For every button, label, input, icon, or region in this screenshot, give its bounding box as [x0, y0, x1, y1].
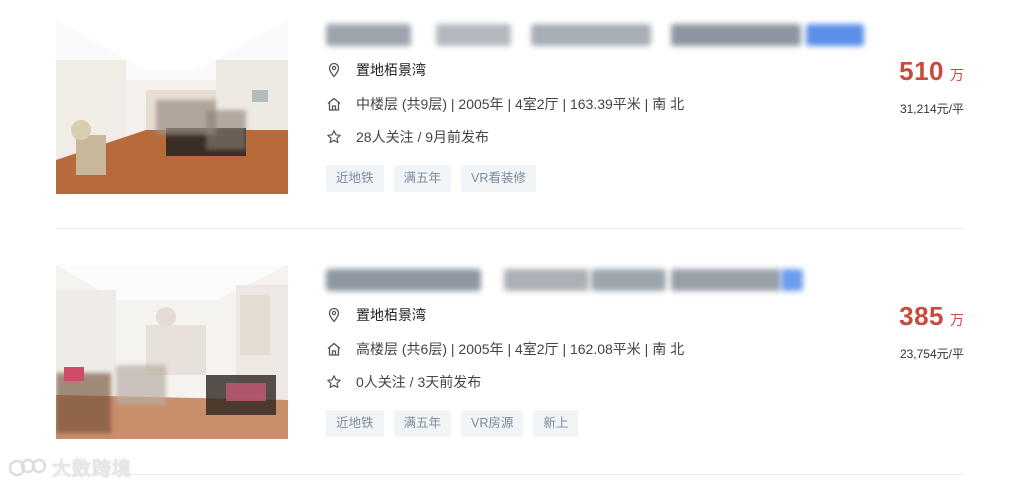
follow-text: 28人关注 / 9月前发布: [356, 129, 490, 145]
house-info-text: 高楼层 (共6层) | 2005年 | 4室2厅 | 162.08平米 | 南 …: [356, 341, 685, 357]
listing-title-redacted[interactable]: [326, 20, 866, 48]
total-price: 510 万: [899, 56, 964, 87]
tag: 近地铁: [326, 410, 384, 437]
star-icon: [326, 374, 342, 390]
location-text: 置地栢景湾: [356, 62, 426, 78]
tag: 新上: [533, 410, 579, 437]
house-icon: [326, 341, 342, 357]
divider: [56, 474, 964, 475]
price-unit: 万: [950, 67, 964, 83]
unit-price: 31,214元/平: [899, 102, 964, 116]
listing-photo[interactable]: [56, 20, 288, 194]
house-info-text: 中楼层 (共9层) | 2005年 | 4室2厅 | 163.39平米 | 南 …: [356, 96, 685, 112]
price-value: 385: [899, 301, 944, 331]
star-icon: [326, 129, 342, 145]
watermark-text: 大数跨境: [52, 459, 133, 480]
total-price: 385 万: [899, 301, 964, 332]
listing-tags: 近地铁 满五年 VR房源 新上: [326, 410, 588, 438]
tag: 近地铁: [326, 165, 384, 192]
divider: [56, 228, 964, 229]
tag: VR看装修: [461, 165, 536, 192]
tag: VR房源: [461, 410, 524, 437]
tag: 满五年: [393, 410, 452, 437]
location-pin-icon: [326, 307, 342, 323]
location-text: 置地栢景湾: [356, 307, 426, 323]
watermark: 大数跨境: [8, 454, 132, 480]
listing-title-redacted[interactable]: [326, 265, 866, 293]
price-unit: 万: [950, 312, 964, 328]
price-value: 510: [899, 56, 944, 86]
tag: 满五年: [393, 165, 452, 192]
listing-tags: 近地铁 满五年 VR看装修: [326, 165, 546, 193]
listing-photo[interactable]: [56, 265, 288, 439]
house-icon: [326, 96, 342, 112]
location-pin-icon: [326, 62, 342, 78]
unit-price: 23,754元/平: [899, 347, 964, 361]
watermark-logo-icon: [8, 456, 48, 484]
follow-text: 0人关注 / 3天前发布: [356, 374, 482, 390]
